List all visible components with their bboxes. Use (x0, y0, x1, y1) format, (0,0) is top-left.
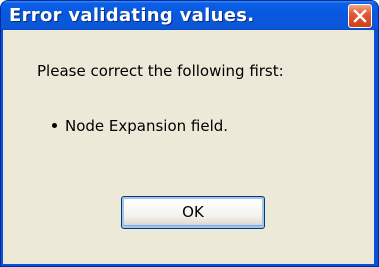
close-button[interactable] (348, 4, 372, 28)
error-list-item: Node Expansion field. (52, 117, 228, 135)
error-message: Please correct the following first: (37, 62, 284, 80)
error-item-text: Node Expansion field. (65, 117, 229, 135)
bullet-icon (52, 123, 57, 128)
title-bar[interactable]: Error validating values. (1, 1, 378, 31)
ok-button[interactable]: OK (121, 196, 265, 229)
window-title: Error validating values. (9, 5, 255, 26)
close-icon (353, 9, 367, 23)
